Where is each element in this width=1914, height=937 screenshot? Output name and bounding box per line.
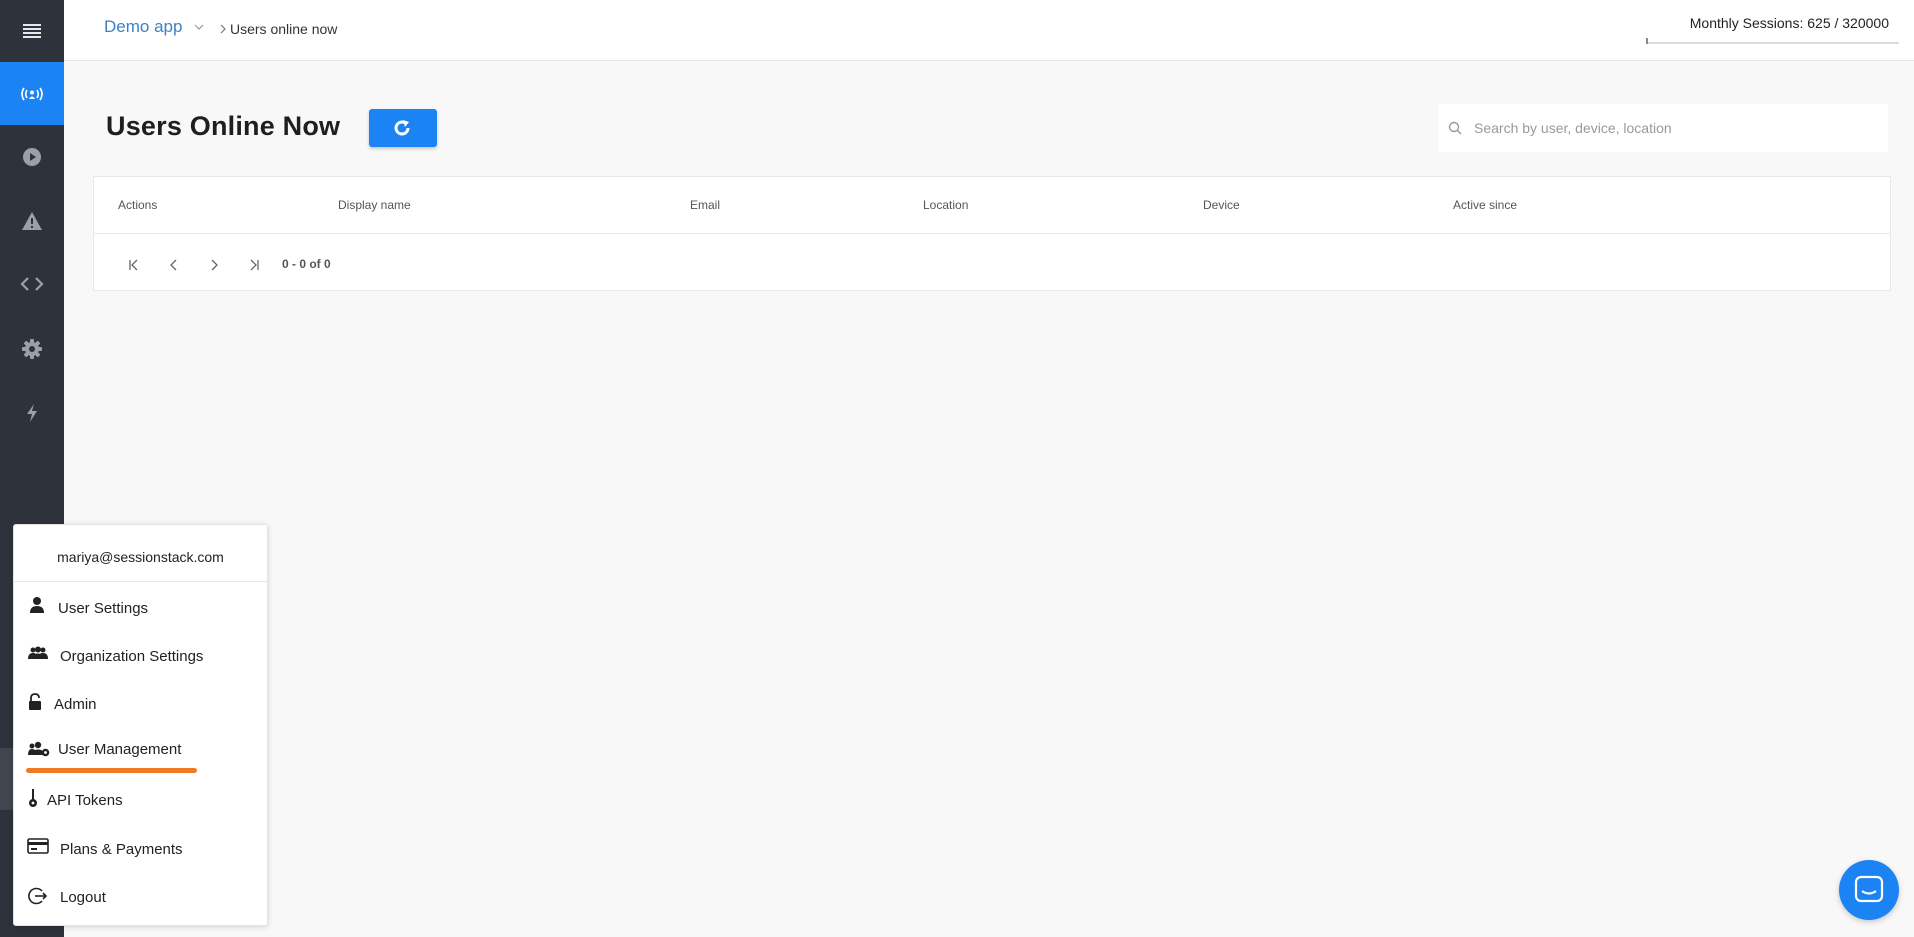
code-icon (20, 277, 44, 291)
sessions-progress-fill (1646, 38, 1648, 44)
pagination-text: 0 - 0 of 0 (282, 257, 331, 271)
column-header-device[interactable]: Device (1203, 198, 1240, 212)
logout-icon (28, 887, 47, 905)
page-title: Users Online Now (106, 111, 341, 141)
chevron-right-icon (211, 259, 218, 271)
previous-page-button[interactable] (164, 255, 184, 275)
play-icon (23, 148, 41, 166)
chat-launcher-button[interactable] (1839, 860, 1899, 920)
sidebar-item-code[interactable] (0, 253, 64, 315)
last-page-button[interactable] (244, 255, 264, 275)
group-icon (28, 646, 48, 659)
breadcrumb-current: Users online now (230, 21, 338, 37)
key-icon (29, 789, 37, 807)
sidebar-hover-indicator (0, 748, 13, 810)
menu-item-logout[interactable]: Logout (14, 875, 269, 919)
menu-item-user-settings[interactable]: User Settings (14, 586, 269, 630)
user-email: mariya@sessionstack.com (14, 525, 267, 582)
monthly-sessions-text: Monthly Sessions: 625 / 320000 (1689, 15, 1889, 31)
user-management-icon (28, 741, 50, 757)
live-broadcast-icon (21, 87, 43, 100)
users-table: Actions Display name Email Location Devi… (93, 176, 1891, 291)
monthly-sessions-meter: Monthly Sessions: 625 / 320000 (1646, 6, 1899, 44)
sidebar-item-integrations[interactable] (0, 382, 64, 444)
warning-icon (22, 212, 42, 230)
refresh-button[interactable] (369, 109, 437, 147)
column-header-active-since[interactable]: Active since (1453, 198, 1517, 212)
lightning-icon (27, 404, 37, 422)
sidebar-item-settings[interactable] (0, 318, 64, 380)
user-icon (30, 597, 44, 613)
search-input[interactable] (1474, 120, 1854, 136)
menu-item-admin[interactable]: Admin (14, 682, 269, 726)
menu-item-api-tokens[interactable]: API Tokens (14, 778, 269, 822)
sidebar-item-errors[interactable] (0, 190, 64, 252)
column-header-email[interactable]: Email (690, 198, 720, 212)
table-header: Actions Display name Email Location Devi… (94, 177, 1890, 234)
chat-icon (1854, 875, 1884, 903)
first-page-button[interactable] (124, 255, 144, 275)
app-selector[interactable]: Demo app (104, 17, 204, 37)
first-page-icon (129, 259, 138, 271)
credit-card-icon (27, 838, 49, 854)
menu-item-user-management[interactable]: User Management (14, 728, 269, 772)
gear-icon (22, 339, 42, 359)
user-menu: mariya@sessionstack.com User Settings Or… (13, 524, 268, 926)
chevron-down-icon (195, 24, 204, 30)
column-header-actions[interactable]: Actions (118, 198, 157, 212)
breadcrumb: Users online now (220, 21, 337, 37)
app-name: Demo app (104, 17, 183, 36)
next-page-button[interactable] (204, 255, 224, 275)
refresh-icon (394, 120, 410, 136)
sidebar-item-sessions[interactable] (0, 126, 64, 188)
top-bar: Demo app Users online now Monthly Sessio… (64, 0, 1914, 61)
column-header-display-name[interactable]: Display name (338, 198, 411, 212)
sidebar-menu-toggle[interactable] (0, 0, 64, 62)
lock-icon (29, 693, 41, 710)
sidebar-item-live[interactable] (0, 62, 64, 125)
pagination: 0 - 0 of 0 (94, 235, 1890, 291)
menu-icon (23, 24, 41, 38)
highlight-underline (26, 768, 197, 773)
search-icon (1448, 121, 1462, 135)
menu-item-plans-payments[interactable]: Plans & Payments (14, 827, 269, 871)
menu-item-organization-settings[interactable]: Organization Settings (14, 634, 269, 678)
chevron-right-icon (220, 24, 226, 34)
search-box (1438, 104, 1888, 152)
last-page-icon (250, 259, 259, 271)
chevron-left-icon (170, 259, 177, 271)
column-header-location[interactable]: Location (923, 198, 968, 212)
